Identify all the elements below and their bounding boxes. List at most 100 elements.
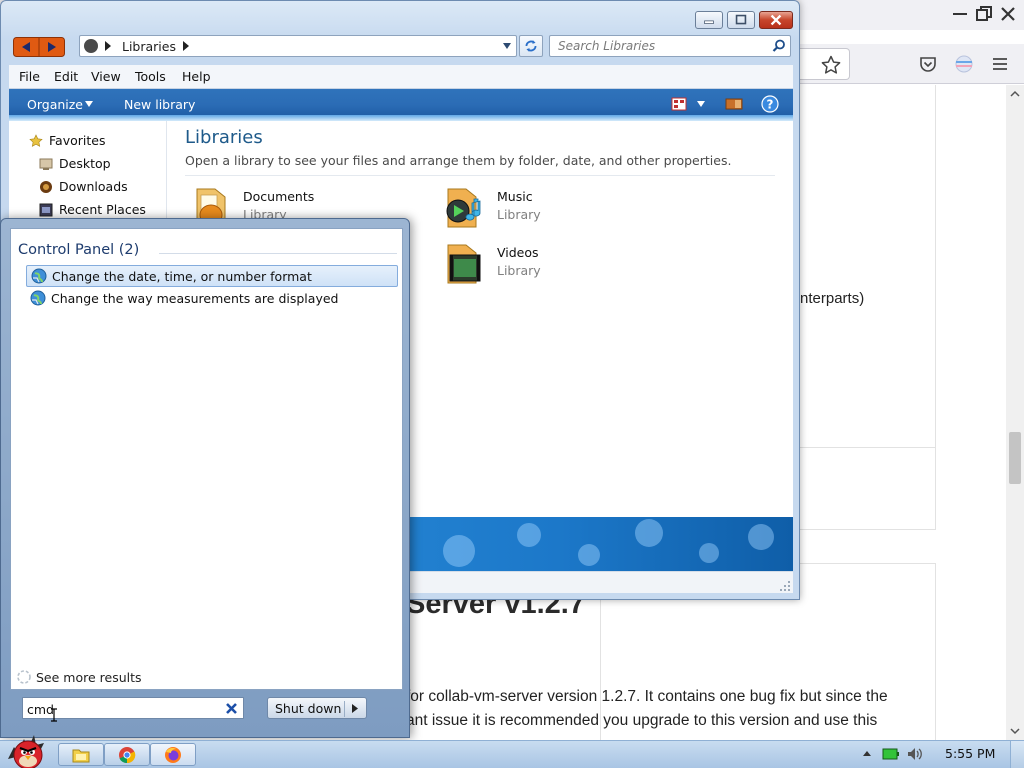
search-box[interactable] — [549, 35, 791, 57]
menu-icon[interactable] — [990, 54, 1010, 74]
breadcrumb-arrow-icon[interactable] — [183, 41, 189, 51]
refresh-button[interactable] — [519, 35, 543, 57]
taskbar-chrome-button[interactable] — [104, 743, 150, 766]
menu-help[interactable]: Help — [182, 69, 211, 84]
change-view-icon[interactable] — [671, 97, 687, 111]
pocket-icon[interactable] — [918, 54, 938, 74]
breadcrumb-libraries[interactable]: Libraries — [122, 39, 176, 54]
chevron-down-icon[interactable] — [697, 101, 705, 107]
menu-tools[interactable]: Tools — [135, 69, 166, 84]
result-group-header[interactable]: Control Panel (2) — [18, 242, 139, 258]
search-results-panel: Control Panel (2) Change the date, time,… — [10, 228, 403, 690]
nav-downloads[interactable]: Downloads — [39, 179, 128, 194]
nav-recent-places[interactable]: Recent Places — [39, 202, 146, 217]
downloads-icon — [40, 180, 52, 193]
library-videos[interactable]: Videos Library — [445, 241, 645, 289]
menu-bar: File Edit View Tools Help — [9, 65, 793, 89]
preview-pane-icon[interactable] — [725, 97, 743, 111]
region-language-icon — [30, 290, 46, 306]
chevron-down-icon[interactable] — [502, 42, 512, 50]
divider — [344, 701, 345, 717]
card-divider — [798, 447, 936, 448]
nav-desktop-label: Desktop — [59, 156, 111, 171]
search-result-item[interactable]: Change the date, time, or number format — [26, 265, 398, 287]
clock[interactable]: 5:55 PM — [945, 746, 995, 761]
search-input[interactable] — [558, 38, 758, 54]
chevron-down-icon[interactable] — [85, 101, 93, 107]
shutdown-label: Shut down — [275, 701, 342, 716]
restore-icon[interactable] — [974, 4, 994, 24]
start-menu: Control Panel (2) Change the date, time,… — [0, 218, 410, 738]
library-music[interactable]: Music Library — [445, 185, 645, 233]
account-icon[interactable] — [954, 54, 974, 74]
close-icon[interactable] — [998, 4, 1018, 24]
resize-grip-icon[interactable] — [779, 580, 791, 592]
search-result-label: Change the date, time, or number format — [52, 268, 312, 284]
taskbar-firefox-button[interactable] — [150, 743, 196, 766]
page-scrollbar[interactable] — [1006, 85, 1024, 740]
clear-search-icon[interactable] — [225, 702, 238, 715]
firefox-icon — [165, 747, 181, 763]
menu-view[interactable]: View — [91, 69, 121, 84]
music-library-icon — [446, 188, 481, 228]
see-more-results-link[interactable]: See more results — [16, 669, 142, 685]
divider — [185, 175, 775, 176]
shutdown-button[interactable]: Shut down — [267, 697, 367, 719]
show-desktop-button[interactable] — [1010, 741, 1024, 768]
library-kind: Library — [497, 263, 541, 278]
text-cursor-icon — [51, 708, 57, 722]
folder-icon — [72, 749, 90, 763]
library-kind: Library — [497, 207, 541, 222]
menu-file[interactable]: File — [19, 69, 40, 84]
library-name: Videos — [497, 245, 539, 260]
search-result-label: Change the way measurements are displaye… — [51, 290, 339, 306]
scroll-down-icon[interactable] — [1006, 722, 1024, 740]
page-subtitle: Open a library to see your files and arr… — [185, 153, 732, 168]
show-hidden-icons-icon[interactable] — [862, 748, 872, 760]
maximize-button[interactable] — [727, 11, 755, 29]
chevron-right-icon[interactable] — [352, 704, 358, 713]
address-bar[interactable]: Libraries — [79, 35, 517, 57]
refresh-icon — [525, 40, 537, 52]
search-result-item[interactable]: Change the way measurements are displaye… — [26, 287, 398, 309]
battery-icon[interactable] — [882, 748, 900, 760]
back-forward-buttons[interactable] — [13, 37, 65, 57]
menu-edit[interactable]: Edit — [54, 69, 78, 84]
scroll-thumb[interactable] — [1009, 432, 1021, 484]
recent-places-icon — [39, 203, 53, 216]
minimize-icon[interactable] — [950, 4, 970, 24]
minimize-button[interactable] — [695, 11, 723, 29]
taskbar-explorer-button[interactable] — [58, 743, 104, 766]
page-title: Libraries — [185, 127, 263, 148]
volume-icon[interactable] — [906, 746, 924, 762]
release-body-line: ant issue it is recommended you upgrade … — [406, 712, 878, 729]
search-icon — [17, 670, 31, 684]
star-icon — [29, 133, 43, 147]
nav-favorites-label: Favorites — [49, 133, 106, 148]
library-name: Music — [497, 189, 533, 204]
paragraph-fragment: nterparts) — [800, 290, 865, 307]
nav-favorites[interactable]: Favorites — [29, 133, 105, 148]
videos-library-icon — [447, 244, 481, 284]
nav-desktop[interactable]: Desktop — [39, 156, 111, 171]
close-icon — [770, 14, 782, 26]
scroll-up-icon[interactable] — [1006, 85, 1024, 103]
nav-downloads-label: Downloads — [59, 179, 128, 194]
search-icon[interactable] — [772, 39, 786, 53]
desktop-icon — [39, 158, 53, 170]
content-card — [798, 85, 936, 530]
star-icon[interactable] — [820, 54, 842, 76]
help-icon[interactable]: ? — [761, 95, 779, 113]
start-button[interactable] — [4, 729, 50, 768]
library-name: Documents — [243, 189, 315, 204]
organize-button[interactable]: Organize — [27, 97, 83, 112]
breadcrumb-arrow-icon[interactable] — [105, 41, 111, 51]
chrome-icon — [119, 747, 136, 764]
location-icon — [84, 39, 98, 53]
see-more-results-label: See more results — [36, 669, 142, 685]
new-library-button[interactable]: New library — [124, 97, 195, 112]
command-bar: Organize New library ? — [9, 89, 793, 121]
nav-recent-places-label: Recent Places — [59, 202, 146, 217]
close-button[interactable] — [759, 11, 793, 29]
maximize-icon — [735, 14, 747, 25]
